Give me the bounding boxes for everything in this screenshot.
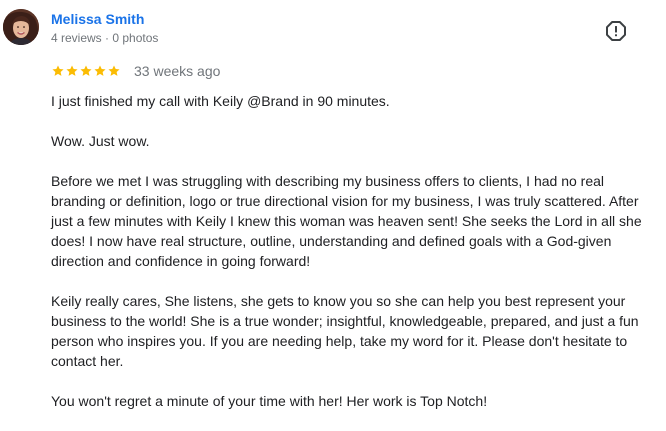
review-paragraph: I just finished my call with Keily @Bran… bbox=[51, 93, 390, 109]
review-card: Melissa Smith 4 reviews · 0 photos 33 we… bbox=[0, 0, 666, 413]
review-paragraph: You won't regret a minute of your time w… bbox=[51, 393, 488, 409]
rating-row: 33 weeks ago bbox=[51, 62, 220, 80]
star-icon bbox=[94, 65, 106, 76]
star-icon bbox=[108, 65, 120, 76]
review-paragraph: Wow. Just wow. bbox=[51, 133, 150, 149]
review-paragraph: Keily really cares, She listens, she get… bbox=[51, 293, 639, 369]
review-date: 33 weeks ago bbox=[134, 63, 221, 79]
review-paragraph: Before we met I was struggling with desc… bbox=[51, 173, 642, 269]
star-icon bbox=[66, 65, 78, 76]
avatar[interactable] bbox=[3, 9, 39, 45]
reviewer-stats: 4 reviews · 0 photos bbox=[51, 31, 159, 45]
report-review-button[interactable] bbox=[604, 19, 628, 43]
report-flag-icon bbox=[606, 21, 626, 41]
star-icon bbox=[52, 65, 64, 76]
star-rating bbox=[51, 64, 121, 78]
reviewer-name[interactable]: Melissa Smith bbox=[51, 11, 144, 27]
review-text: I just finished my call with Keily @Bran… bbox=[51, 91, 651, 431]
star-icon bbox=[80, 65, 92, 76]
